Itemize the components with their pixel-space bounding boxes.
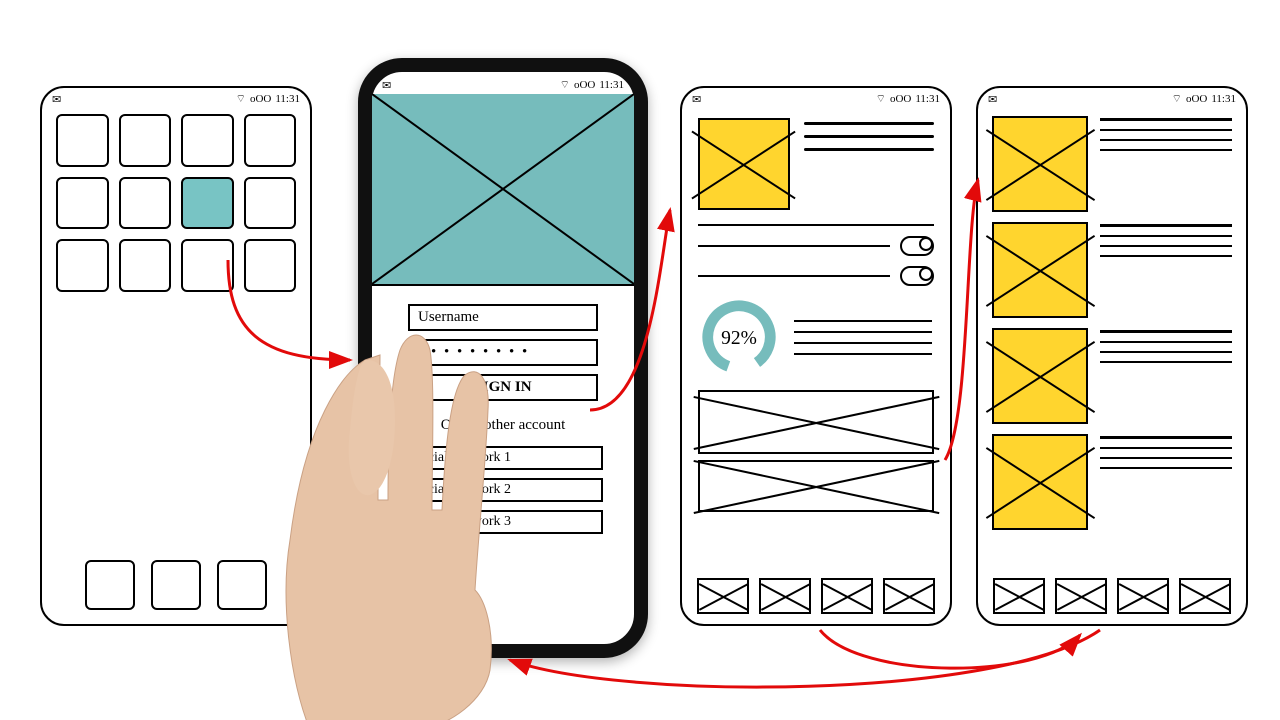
progress-section: 92%: [682, 290, 950, 384]
dock: [42, 560, 310, 610]
screen-home: ✉ ⌔ oOO 11:31: [40, 86, 312, 626]
thumbnail-placeholder: [992, 434, 1088, 530]
app-icon-grid: [42, 108, 310, 298]
list-item[interactable]: [992, 116, 1232, 212]
profile-header: [682, 108, 950, 220]
app-icon-selected[interactable]: [181, 177, 234, 230]
progress-text-lines: [794, 320, 932, 355]
tab-button[interactable]: [993, 578, 1045, 614]
clock: 11:31: [1211, 93, 1236, 105]
thumbnail-placeholder: [992, 116, 1088, 212]
wifi-icon: ⌔: [876, 92, 886, 106]
list-item[interactable]: [992, 434, 1232, 530]
settings-rows: [682, 220, 950, 290]
mail-icon: ✉: [692, 93, 701, 106]
app-icon[interactable]: [181, 114, 234, 167]
app-icon[interactable]: [244, 177, 297, 230]
alt-caption: Or use other account: [441, 417, 566, 434]
progress-value: 92%: [721, 328, 757, 349]
mail-icon: ✉: [382, 79, 391, 92]
profile-title-lines: [804, 118, 934, 210]
list-item[interactable]: [992, 222, 1232, 318]
username-field[interactable]: Username: [408, 304, 598, 331]
tab-button[interactable]: [883, 578, 935, 614]
status-bar: ✉ ⌔ oOO 11:31: [978, 88, 1246, 108]
thumbnail-placeholder: [992, 222, 1088, 318]
wireframe-flow-diagram: ✉ ⌔ oOO 11:31: [0, 0, 1280, 720]
banner-placeholder[interactable]: [698, 460, 934, 512]
status-bar: ✉ ⌔ oOO 11:31: [42, 88, 310, 108]
item-text-lines: [1100, 434, 1232, 469]
hero-image-placeholder: [372, 94, 634, 286]
tab-button[interactable]: [697, 578, 749, 614]
social-login-3[interactable]: Social Network 3: [403, 510, 603, 534]
item-text-lines: [1100, 116, 1232, 151]
item-text-lines: [1100, 328, 1232, 363]
dock-icon[interactable]: [85, 560, 135, 610]
wifi-icon: ⌔: [236, 92, 246, 106]
dock-icon[interactable]: [217, 560, 267, 610]
password-field[interactable]: • • • • • • • • •: [408, 339, 598, 366]
tab-button[interactable]: [1117, 578, 1169, 614]
app-icon[interactable]: [56, 177, 109, 230]
wifi-icon: ⌔: [1172, 92, 1182, 106]
tab-bar: [978, 578, 1246, 614]
signin-button[interactable]: SIGN IN: [408, 374, 598, 401]
mail-icon: ✉: [52, 93, 61, 106]
app-icon[interactable]: [56, 114, 109, 167]
dock-icon[interactable]: [151, 560, 201, 610]
avatar-placeholder[interactable]: [698, 118, 790, 210]
wifi-icon: ⌔: [560, 78, 570, 92]
mail-icon: ✉: [988, 93, 997, 106]
status-bar: ✉ ⌔ oOO 11:31: [682, 88, 950, 108]
setting-row: [698, 266, 934, 286]
toggle-switch[interactable]: [900, 236, 934, 256]
app-icon[interactable]: [56, 239, 109, 292]
screen-feed: ✉ ⌔ oOO 11:31: [976, 86, 1248, 626]
signin-form: Username • • • • • • • • • SIGN IN Or us…: [372, 286, 634, 538]
toggle-switch[interactable]: [900, 266, 934, 286]
signal-icon: oOO: [574, 79, 595, 91]
banner-placeholder[interactable]: [698, 390, 934, 454]
tab-button[interactable]: [1179, 578, 1231, 614]
social-login-2[interactable]: Social Network 2: [403, 478, 603, 502]
status-bar: ✉ ⌔ oOO 11:31: [372, 72, 634, 94]
tab-bar: [682, 578, 950, 614]
clock: 11:31: [599, 79, 624, 91]
app-icon[interactable]: [119, 239, 172, 292]
thumbnail-placeholder: [992, 328, 1088, 424]
screen-signin: ✉ ⌔ oOO 11:31 Username • • • • • • • • •…: [358, 58, 648, 658]
app-icon[interactable]: [244, 239, 297, 292]
app-icon[interactable]: [244, 114, 297, 167]
text-line: [698, 224, 934, 226]
progress-ring-icon: 92%: [700, 298, 778, 376]
signal-icon: oOO: [250, 93, 271, 105]
feed-list: [978, 108, 1246, 538]
app-icon[interactable]: [119, 177, 172, 230]
setting-row: [698, 236, 934, 256]
tab-button[interactable]: [1055, 578, 1107, 614]
clock: 11:31: [915, 93, 940, 105]
screen-profile: ✉ ⌔ oOO 11:31 92%: [680, 86, 952, 626]
tab-button[interactable]: [821, 578, 873, 614]
app-icon[interactable]: [119, 114, 172, 167]
signal-icon: oOO: [1186, 93, 1207, 105]
list-item[interactable]: [992, 328, 1232, 424]
social-login-1[interactable]: Social Network 1: [403, 446, 603, 470]
clock: 11:31: [275, 93, 300, 105]
app-icon[interactable]: [181, 239, 234, 292]
item-text-lines: [1100, 222, 1232, 257]
tab-button[interactable]: [759, 578, 811, 614]
signal-icon: oOO: [890, 93, 911, 105]
